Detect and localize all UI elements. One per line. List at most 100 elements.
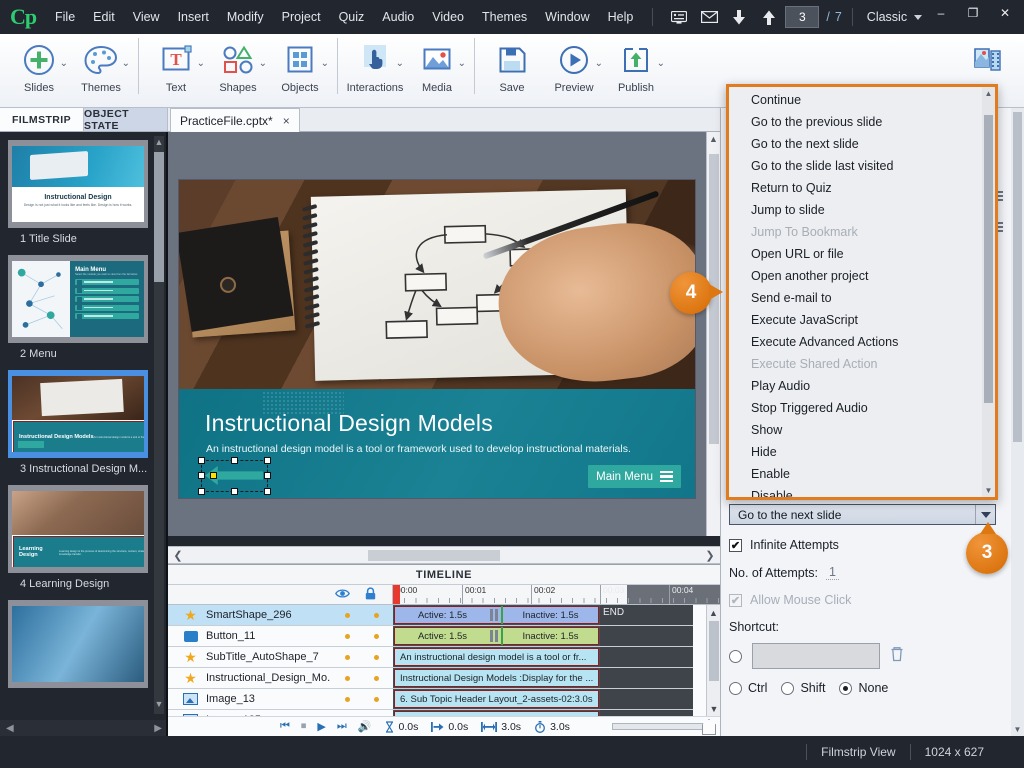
chevron-down-icon[interactable]: ⌄ — [657, 58, 665, 69]
chevron-down-icon[interactable]: ⌄ — [321, 58, 329, 69]
timeline-vscrollbar[interactable]: ▲ ▼ — [706, 605, 720, 717]
eye-icon[interactable] — [335, 588, 350, 602]
visibility-toggle[interactable] — [345, 634, 350, 639]
visibility-toggle[interactable] — [345, 697, 350, 702]
scroll-down-icon[interactable]: ▼ — [154, 698, 164, 710]
lock-toggle[interactable] — [374, 613, 379, 618]
minimize-button[interactable]: – — [926, 2, 956, 24]
filmstrip-slide-4[interactable]: Learning Design Learning design is the p… — [8, 485, 148, 590]
dropdown-item-go-to-next-slide[interactable]: Go to the next slide — [729, 133, 983, 155]
lock-toggle[interactable] — [374, 697, 379, 702]
play-icon[interactable]: ▶ — [317, 720, 325, 733]
timeline-bar[interactable]: Active: 1.5s Inactive: 1.5s — [394, 606, 599, 624]
chevron-down-icon[interactable]: ⌄ — [396, 58, 404, 69]
timeline-track[interactable]: Active: 1.5s Inactive: 1.5s — [393, 626, 693, 646]
dropdown-item-stop-triggered-audio[interactable]: Stop Triggered Audio — [729, 397, 983, 419]
timeline-bar[interactable]: Active: 1.5s Inactive: 1.5s — [394, 627, 599, 645]
timeline-ruler[interactable]: 00:00 00:01 00:02 00:03 00:04 — [393, 585, 720, 604]
toolbar-shapes-button[interactable]: Shapes ⌄ — [207, 34, 269, 106]
menu-audio[interactable]: Audio — [373, 0, 423, 34]
timeline-row-name[interactable]: Image_13 — [168, 689, 393, 709]
scroll-right-icon[interactable]: ▶ — [154, 723, 162, 734]
scroll-up-icon[interactable]: ▲ — [154, 136, 164, 148]
menu-quiz[interactable]: Quiz — [330, 0, 374, 34]
workspace-selector[interactable]: Classic — [867, 10, 923, 24]
tab-object-state[interactable]: OBJECT STATE — [84, 108, 168, 132]
menu-themes[interactable]: Themes — [473, 0, 536, 34]
menu-window[interactable]: Window — [536, 0, 598, 34]
toolbar-themes-button[interactable]: Themes ⌄ — [70, 34, 132, 106]
slide-stage[interactable]: Instructional Design Models An instructi… — [179, 180, 695, 498]
lock-toggle[interactable] — [374, 655, 379, 660]
dropdown-item-send-email-to[interactable]: Send e-mail to — [729, 287, 983, 309]
maximize-button[interactable]: ❐ — [958, 2, 988, 24]
infinite-attempts-checkbox[interactable]: ✔ — [729, 538, 742, 552]
toolbar-text-button[interactable]: T Text ⌄ — [145, 34, 207, 106]
assets-panel-icon[interactable] — [972, 34, 1004, 77]
scroll-down-icon[interactable]: ▼ — [1011, 723, 1024, 736]
allow-mouse-click-checkbox[interactable]: ✔ — [729, 593, 742, 607]
resize-handle-nw[interactable] — [198, 457, 205, 464]
dropdown-item-show[interactable]: Show — [729, 419, 983, 441]
timeline-row-name[interactable]: ★ SmartShape_296 — [168, 605, 393, 625]
mail-icon[interactable] — [699, 7, 719, 27]
filmstrip-panel[interactable]: Instructional Design Design is not just … — [0, 132, 168, 736]
visibility-toggle[interactable] — [345, 613, 350, 618]
stage-title[interactable]: Instructional Design Models — [205, 410, 493, 437]
document-tab[interactable]: PracticeFile.cptx* × — [170, 108, 300, 132]
timeline-vscroll-thumb[interactable] — [709, 621, 719, 681]
canvas-hscroll-thumb[interactable] — [368, 550, 500, 561]
close-icon[interactable]: × — [283, 114, 290, 128]
scroll-up-icon[interactable]: ▲ — [707, 132, 720, 146]
shortcut-radio[interactable] — [729, 649, 742, 663]
menu-file[interactable]: File — [46, 0, 84, 34]
shape-adjust-handle[interactable] — [210, 472, 217, 479]
table-row[interactable]: ★ Instructional_Design_Mo. Instructional… — [168, 668, 693, 689]
canvas-hscrollbar[interactable]: ❮ ❯ — [168, 546, 720, 564]
timeline-row-name[interactable]: Button_11 — [168, 626, 393, 646]
dropdown-item-enable[interactable]: Enable — [729, 463, 983, 485]
dropdown-item-open-another-project[interactable]: Open another project — [729, 265, 983, 287]
chevron-down-icon[interactable]: ⌄ — [259, 58, 267, 69]
timeline-track[interactable]: 6. Sub Topic Header Layout_2-assets-02:3… — [393, 689, 693, 709]
shift-radio[interactable] — [781, 681, 795, 695]
chevron-down-icon[interactable]: ⌄ — [122, 58, 130, 69]
timeline-body[interactable]: ★ SmartShape_296 Active: 1.5s Inactive: … — [168, 605, 720, 717]
scroll-left-icon[interactable]: ❮ — [171, 549, 185, 562]
skip-forward-icon[interactable]: ⏭ — [337, 720, 347, 733]
lock-toggle[interactable] — [374, 676, 379, 681]
shortcut-input[interactable] — [752, 643, 880, 669]
menu-help[interactable]: Help — [599, 0, 643, 34]
tab-filmstrip[interactable]: FILMSTRIP — [0, 108, 84, 131]
menu-modify[interactable]: Modify — [218, 0, 273, 34]
action-dropdown-list[interactable]: Continue Go to the previous slide Go to … — [726, 84, 998, 500]
table-row[interactable]: ★ SubTitle_AutoShape_7 An instructional … — [168, 647, 693, 668]
dropdown-item-play-audio[interactable]: Play Audio — [729, 375, 983, 397]
visibility-toggle[interactable] — [345, 676, 350, 681]
trash-icon[interactable] — [890, 646, 904, 666]
panel-icon[interactable] — [669, 7, 689, 27]
toolbar-slides-button[interactable]: Slides ⌄ — [8, 34, 70, 106]
skip-back-icon[interactable]: ⏮ — [280, 720, 290, 733]
filmstrip-slide-1[interactable]: Instructional Design Design is not just … — [8, 140, 148, 245]
resize-handle-e[interactable] — [264, 472, 271, 479]
dropdown-item-jump-to-slide[interactable]: Jump to slide — [729, 199, 983, 221]
on-success-action-dropdown[interactable]: Go to the next slide — [729, 504, 996, 525]
timeline-track[interactable]: An instructional design model is a tool … — [393, 647, 693, 667]
none-radio[interactable] — [839, 681, 853, 695]
menu-view[interactable]: View — [124, 0, 169, 34]
timeline-track[interactable]: Active: 1.5s Inactive: 1.5s END — [393, 605, 693, 625]
properties-scroll-thumb[interactable] — [1013, 112, 1022, 442]
dropdown-item-return-to-quiz[interactable]: Return to Quiz — [729, 177, 983, 199]
allow-mouse-click-row[interactable]: ✔ Allow Mouse Click — [729, 593, 1009, 607]
timeline-track[interactable]: Instructional Design Models :Display for… — [393, 668, 693, 688]
timeline-bar[interactable]: 6. Sub Topic Header Layout_2-assets-02:3… — [394, 690, 599, 708]
toolbar-publish-button[interactable]: Publish ⌄ — [605, 34, 667, 106]
resize-handle-ne[interactable] — [264, 457, 271, 464]
toolbar-interactions-button[interactable]: Interactions ⌄ — [344, 34, 406, 106]
lock-icon[interactable] — [365, 587, 376, 603]
toolbar-save-button[interactable]: Save — [481, 34, 543, 106]
timeline-playhead[interactable] — [393, 585, 400, 604]
properties-scrollbar[interactable]: ▲ ▼ — [1011, 108, 1024, 736]
main-menu-button[interactable]: Main Menu — [588, 465, 681, 488]
